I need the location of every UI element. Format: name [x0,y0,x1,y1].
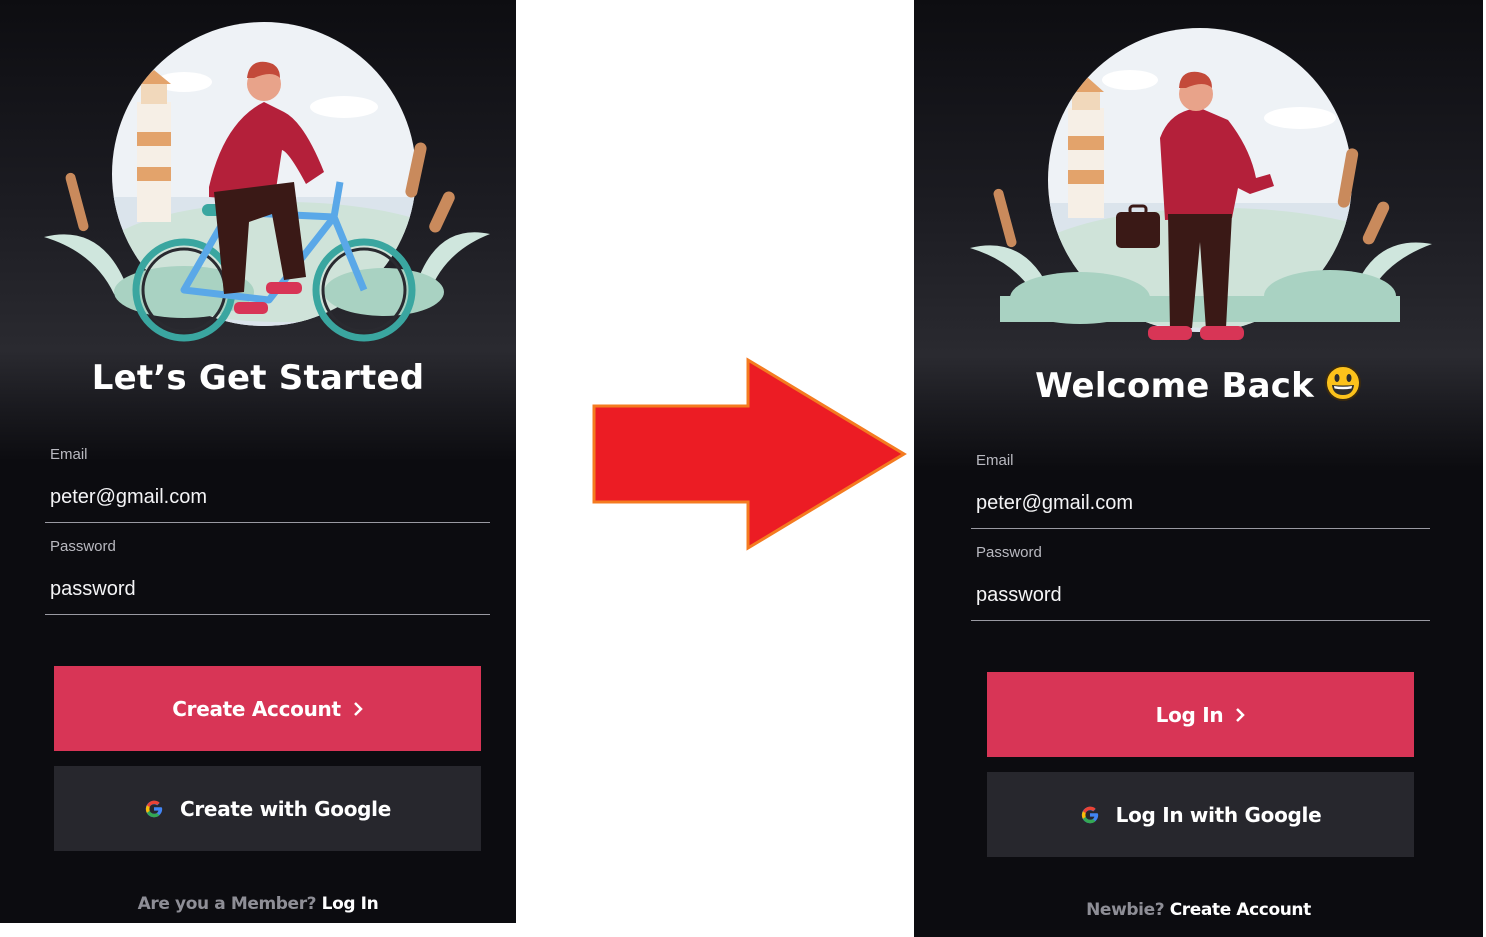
create-account-button[interactable]: Create Account [54,666,481,751]
password-label: Password [976,544,1042,561]
page-title: Let’s Get Started [91,358,425,398]
grinning-face-emoji-icon [1324,364,1362,411]
page-title: Welcome Back [914,364,1483,411]
briefcase-illustration [970,28,1432,354]
google-icon [1080,805,1100,825]
log-in-with-google-label: Log In with Google [1115,802,1322,827]
footer-prompt: Newbie? Create Account [914,900,1483,920]
email-underline [45,522,490,523]
log-in-label: Log In [1155,702,1224,727]
create-with-google-label: Create with Google [179,796,392,821]
password-underline [45,614,490,615]
footer-question: Are you a Member? [137,894,317,914]
create-account-label: Create Account [172,696,341,721]
email-label: Email [50,446,88,463]
password-underline [971,620,1430,621]
chevron-right-icon [353,701,363,717]
password-label: Password [50,538,116,555]
footer-prompt: Are you a Member? Log In [0,894,516,914]
email-field[interactable]: peter@gmail.com [976,492,1133,515]
right-arrow-icon [592,356,908,552]
chevron-right-icon [1235,707,1246,723]
login-link[interactable]: Log In [322,894,379,914]
password-field[interactable]: password [50,578,136,601]
page-title-text: Welcome Back [1035,366,1314,406]
create-with-google-button[interactable]: Create with Google [54,766,481,851]
create-account-link[interactable]: Create Account [1170,900,1312,920]
email-label: Email [976,452,1014,469]
footer-question: Newbie? [1086,900,1165,920]
google-icon [144,799,164,819]
log-in-with-google-button[interactable]: Log In with Google [987,772,1414,857]
bicycle-illustration [44,22,490,352]
email-field[interactable]: peter@gmail.com [50,486,207,509]
log-in-button[interactable]: Log In [987,672,1414,757]
email-underline [971,528,1430,529]
password-field[interactable]: password [976,584,1062,607]
signup-screen: Let’s Get Started Email peter@gmail.com … [0,0,516,923]
login-screen: Welcome Back Email peter@gmail.com Passw… [914,0,1483,937]
